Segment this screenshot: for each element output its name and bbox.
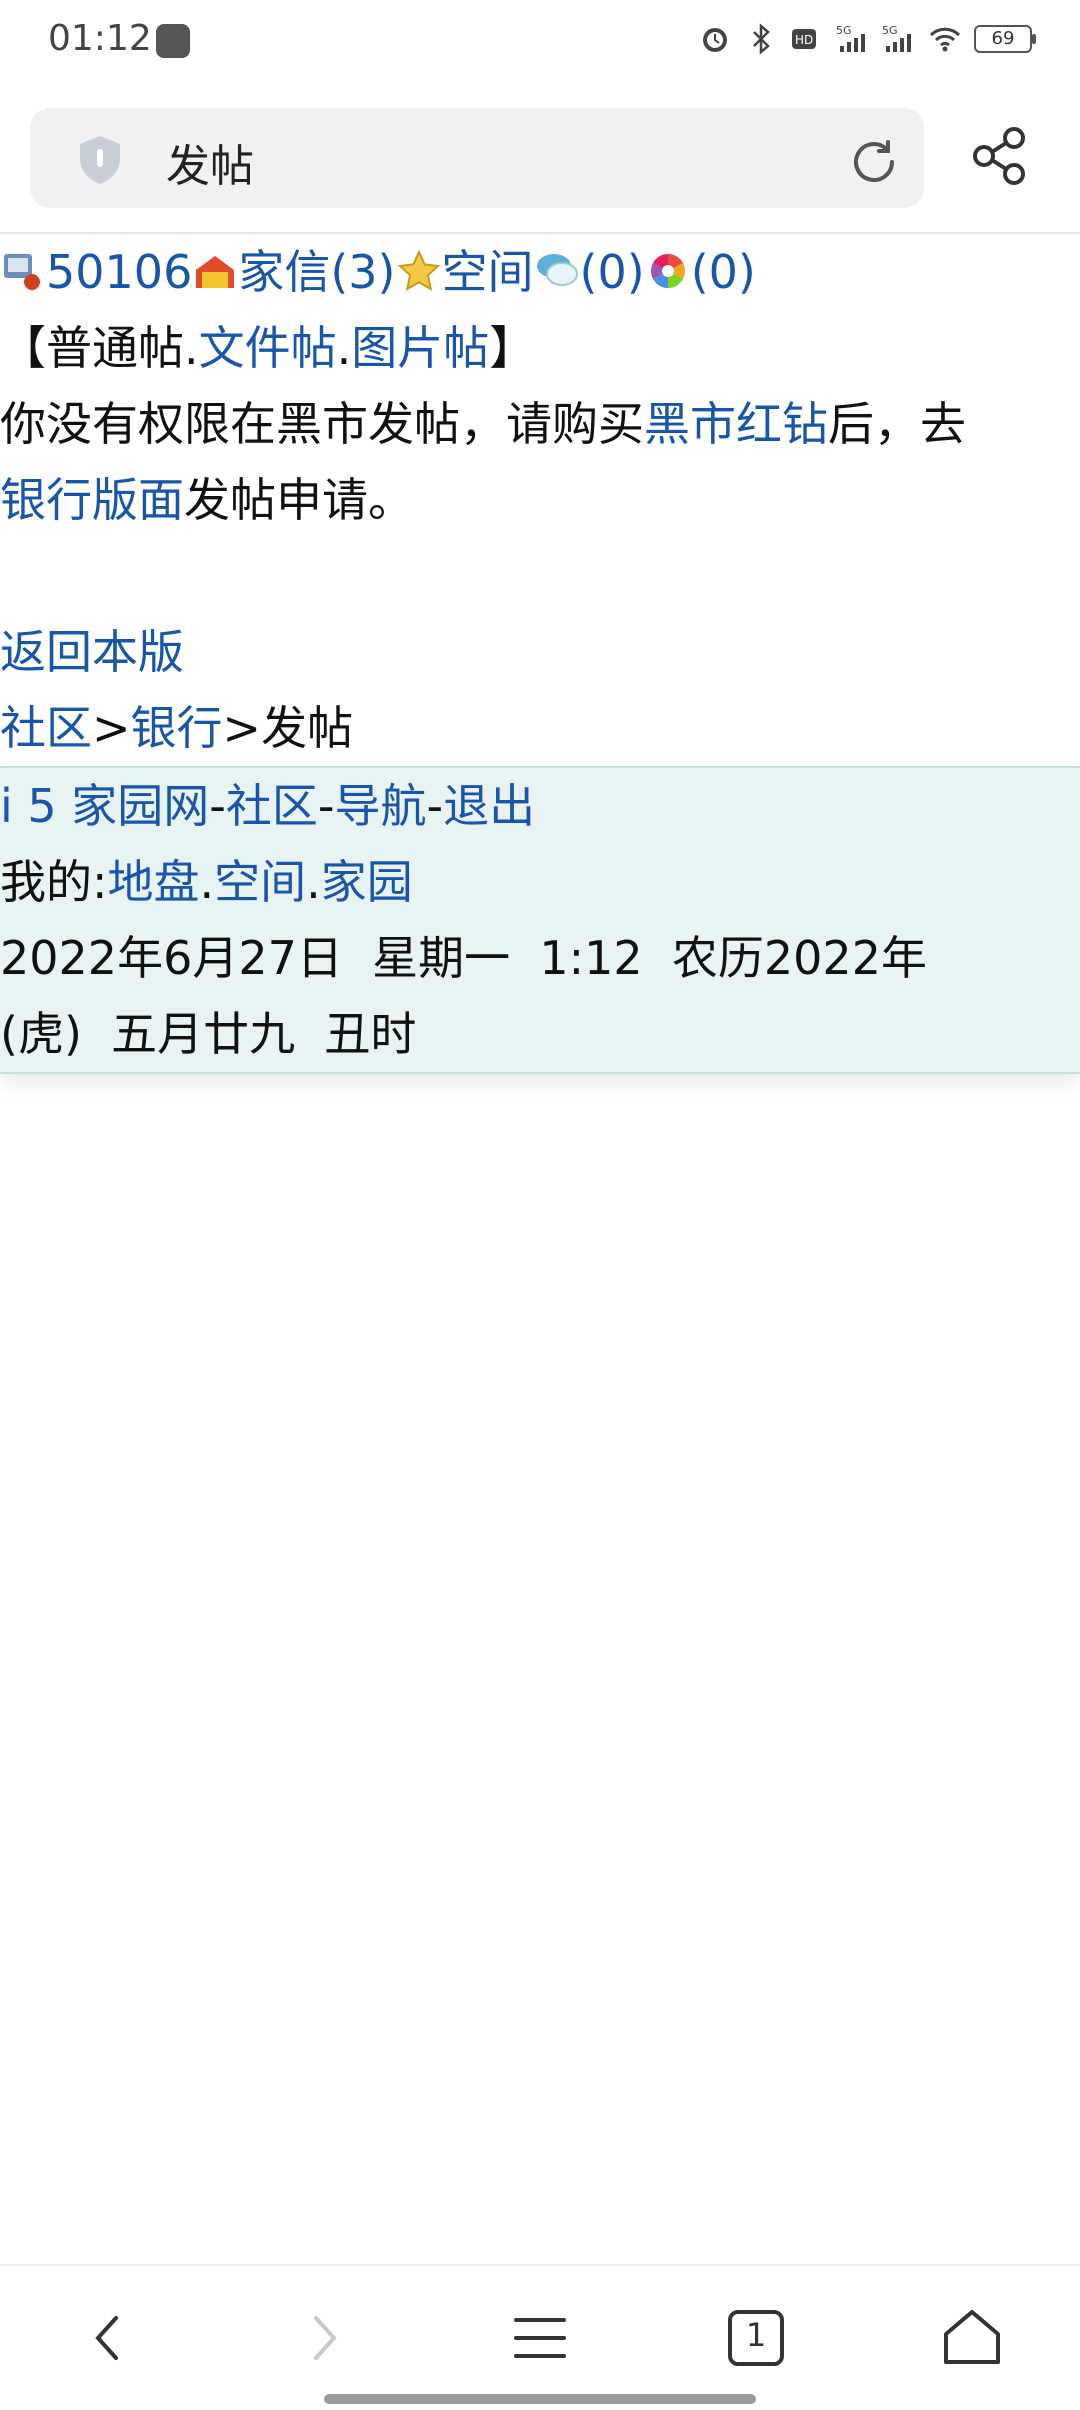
page-content: 50106 家信(3) 空间 (0) (0) 【普通帖.文件帖.图片帖】 你没有权限在黑… xyxy=(0,234,1080,1074)
bottom-navigation: 1 xyxy=(0,2264,1080,2410)
footer-separator: - xyxy=(209,779,226,833)
home-indicator[interactable] xyxy=(324,2394,756,2404)
permission-notice-line-2: 银行版面发帖申请。 xyxy=(0,462,1080,538)
separator-dot: . xyxy=(306,855,321,909)
breadcrumb-bank-link[interactable]: 银行 xyxy=(131,701,223,755)
post-type-bar: 【普通帖.文件帖.图片帖】 xyxy=(0,310,1080,386)
site-home-link[interactable]: i 5 家园网 xyxy=(0,779,209,833)
tabs-button[interactable]: 1 xyxy=(720,2302,792,2374)
bluetooth-icon xyxy=(753,23,770,55)
my-space-link[interactable]: 空间 xyxy=(214,855,306,909)
my-territory-link[interactable]: 地盘 xyxy=(108,855,200,909)
address-bar[interactable]: 发帖 xyxy=(30,108,924,208)
menu-icon[interactable] xyxy=(504,2302,576,2374)
sim-icon xyxy=(156,24,190,58)
user-id-link[interactable]: 50106 xyxy=(46,245,192,299)
chat-link[interactable]: (0) xyxy=(580,245,645,299)
normal-post-label: 普通帖 xyxy=(46,321,184,375)
signal-5g-icon: 5G xyxy=(836,24,865,52)
footer-logout-link[interactable]: 退出 xyxy=(443,779,535,833)
separator-dot: . xyxy=(336,321,352,375)
space-link[interactable]: 空间 xyxy=(442,245,534,299)
photo-icon xyxy=(650,254,685,288)
back-to-board-link[interactable]: 返回本版 xyxy=(0,625,184,679)
notice-text: 后，去 xyxy=(828,397,966,451)
footer-nav: i 5 家园网-社区-导航-退出 xyxy=(0,768,1080,844)
footer-navigation-link[interactable]: 导航 xyxy=(335,779,427,833)
signal-5g-icon: 5G xyxy=(882,24,911,52)
alarm-icon xyxy=(703,28,727,52)
home-icon[interactable] xyxy=(936,2302,1008,2374)
footer-date: 2022年6月27日 星期一 1:12 农历2022年 xyxy=(0,931,927,985)
forward-arrow-icon[interactable] xyxy=(288,2302,360,2374)
share-icon[interactable] xyxy=(970,124,1030,188)
hd-icon: HD xyxy=(792,29,816,49)
tab-count: 1 xyxy=(745,2316,767,2354)
black-market-diamond-link[interactable]: 黑市红钻 xyxy=(644,397,828,451)
svg-text:5G: 5G xyxy=(836,24,852,37)
photo-link[interactable]: (0) xyxy=(691,245,756,299)
status-bar: 01:12 HD 5G 5G 69 xyxy=(0,0,1080,86)
user-bar: 50106 家信(3) 空间 (0) (0) xyxy=(0,234,1080,310)
separator-dot: . xyxy=(184,321,199,375)
separator-dot: . xyxy=(199,855,215,909)
image-post-link[interactable]: 图片帖 xyxy=(351,321,489,375)
back-arrow-icon[interactable] xyxy=(72,2302,144,2374)
page-title[interactable]: 发帖 xyxy=(166,130,254,194)
svg-text:HD: HD xyxy=(795,33,813,47)
reload-icon[interactable] xyxy=(846,134,902,190)
notice-text: 你没有权限在黑市发帖，请购买 xyxy=(0,397,644,451)
chat-icon xyxy=(536,254,578,286)
wifi-icon xyxy=(929,27,961,52)
status-icons: HD 5G 5G 69 xyxy=(698,22,1036,56)
permission-notice-line-1: 你没有权限在黑市发帖，请购买黑市红钻后，去 xyxy=(0,386,1080,462)
user-icon xyxy=(4,254,40,290)
shield-icon[interactable] xyxy=(72,132,128,188)
mail-icon xyxy=(196,256,235,288)
breadcrumb-separator: > xyxy=(222,701,262,755)
star-icon xyxy=(397,249,440,291)
breadcrumb-community-link[interactable]: 社区 xyxy=(0,701,92,755)
footer-separator: - xyxy=(426,779,444,833)
back-line: 返回本版 xyxy=(0,614,1080,690)
clock: 01:12 xyxy=(48,18,152,59)
battery-icon: 69 xyxy=(974,25,1036,53)
breadcrumb-current: 发帖 xyxy=(261,701,354,755)
footer-separator: - xyxy=(317,779,335,833)
bracket-open: 【 xyxy=(0,321,46,375)
site-footer: i 5 家园网-社区-导航-退出 我的:地盘.空间.家园 2022年6月27日 … xyxy=(0,766,1080,1074)
bracket-close: 】 xyxy=(489,321,536,375)
notice-text: 发帖申请。 xyxy=(184,473,414,527)
file-post-link[interactable]: 文件帖 xyxy=(199,321,337,375)
bank-board-link[interactable]: 银行版面 xyxy=(0,473,184,527)
breadcrumb-separator: > xyxy=(92,701,131,755)
footer-my-links: 我的:地盘.空间.家园 xyxy=(0,844,1080,920)
footer-community-link[interactable]: 社区 xyxy=(226,779,318,833)
footer-lunar-date: (虎) 五月廿九 丑时 xyxy=(0,1007,417,1061)
my-label: 我的: xyxy=(0,855,108,909)
my-home-link[interactable]: 家园 xyxy=(321,855,413,909)
svg-text:5G: 5G xyxy=(882,24,898,37)
breadcrumb: 社区>银行>发帖 xyxy=(0,690,1080,766)
mail-link[interactable]: 家信(3) xyxy=(238,245,395,299)
